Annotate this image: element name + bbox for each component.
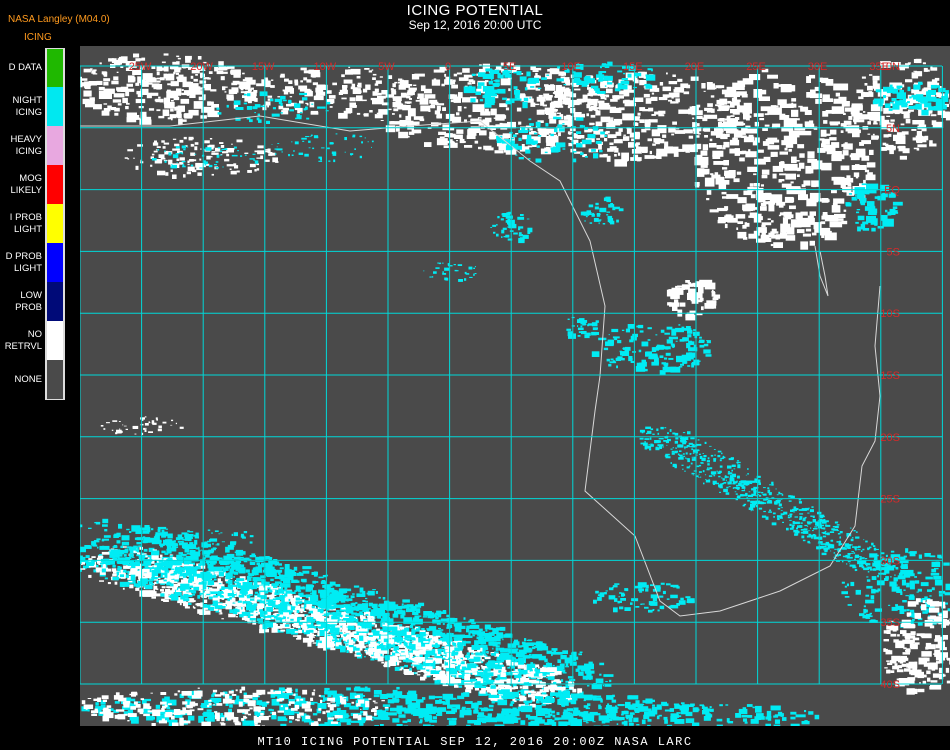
legend-item: NIGHT ICING: [0, 87, 66, 126]
icing-map[interactable]: 25W 20W 15W 10W 5W 0 5E 10E 15E 20E 25E 30E 35E10N5N…: [80, 46, 950, 726]
latitude-label: 10N: [880, 61, 900, 73]
legend-swatch: [46, 204, 64, 243]
longitude-label: 25E: [746, 61, 766, 73]
legend-label: NO RETRVL: [4, 328, 42, 352]
latitude-label: 5N: [886, 123, 900, 135]
legend-item: D PROB LIGHT: [0, 243, 66, 282]
legend-item: MOG LIKELY: [0, 165, 66, 204]
legend-swatch: [46, 282, 64, 321]
legend-label: NIGHT ICING: [12, 94, 42, 118]
longitude-label: 10E: [561, 61, 581, 73]
legend-label: HEAVY ICING: [10, 133, 42, 157]
map-timestamp: Sep 12, 2016 20:00 UTC: [408, 18, 542, 32]
legend-item: NONE: [0, 360, 66, 399]
longitude-label: 5E: [503, 61, 516, 73]
legend-label: NONE: [14, 373, 42, 385]
legend-label: I PROB LIGHT: [9, 211, 42, 235]
legend-label: D DATA: [8, 61, 42, 73]
latitude-label: 25S: [880, 494, 900, 506]
latitude-label: 20S: [880, 432, 900, 444]
footer-caption: MT10 ICING POTENTIAL SEP 12, 2016 20:00Z…: [257, 735, 693, 749]
latitude-label: 35S: [880, 617, 900, 629]
longitude-label: 20E: [685, 61, 705, 73]
longitude-label: 15W: [252, 61, 275, 73]
latitude-label: 15S: [880, 370, 900, 382]
latitude-label: 5S: [887, 246, 900, 258]
longitude-label: 20W: [190, 61, 213, 73]
legend-label: MOG LIKELY: [10, 172, 42, 196]
legend-swatch: [46, 243, 64, 282]
legend-swatch: [46, 321, 64, 360]
longitude-label: 15E: [623, 61, 643, 73]
latitude-label: 40S: [880, 679, 900, 691]
longitude-label: 25W: [129, 61, 152, 73]
longitude-label: 30E: [808, 61, 828, 73]
legend-item: HEAVY ICING: [0, 126, 66, 165]
legend-item: I PROB LIGHT: [0, 204, 66, 243]
legend-item: D DATA: [0, 48, 66, 87]
legend-item: NO RETRVL: [0, 321, 66, 360]
legend-swatch: [46, 165, 64, 204]
latitude-label: EQ: [884, 185, 900, 197]
legend-swatch: [46, 126, 64, 165]
map-title: ICING POTENTIAL: [406, 2, 544, 19]
longitude-label: 0: [445, 61, 451, 73]
latitude-label: 30S: [880, 555, 900, 567]
longitude-label: 10W: [313, 61, 336, 73]
legend-label: D PROB LIGHT: [5, 250, 42, 274]
legend-swatch: [46, 87, 64, 126]
legend-swatch: [46, 360, 64, 399]
legend-label: LOW PROB: [15, 289, 42, 313]
longitude-label: 5W: [378, 61, 395, 73]
legend-item: LOW PROB: [0, 282, 66, 321]
legend-swatch: [46, 48, 64, 87]
latitude-label: 10S: [880, 308, 900, 320]
product-label: ICING: [24, 32, 52, 43]
